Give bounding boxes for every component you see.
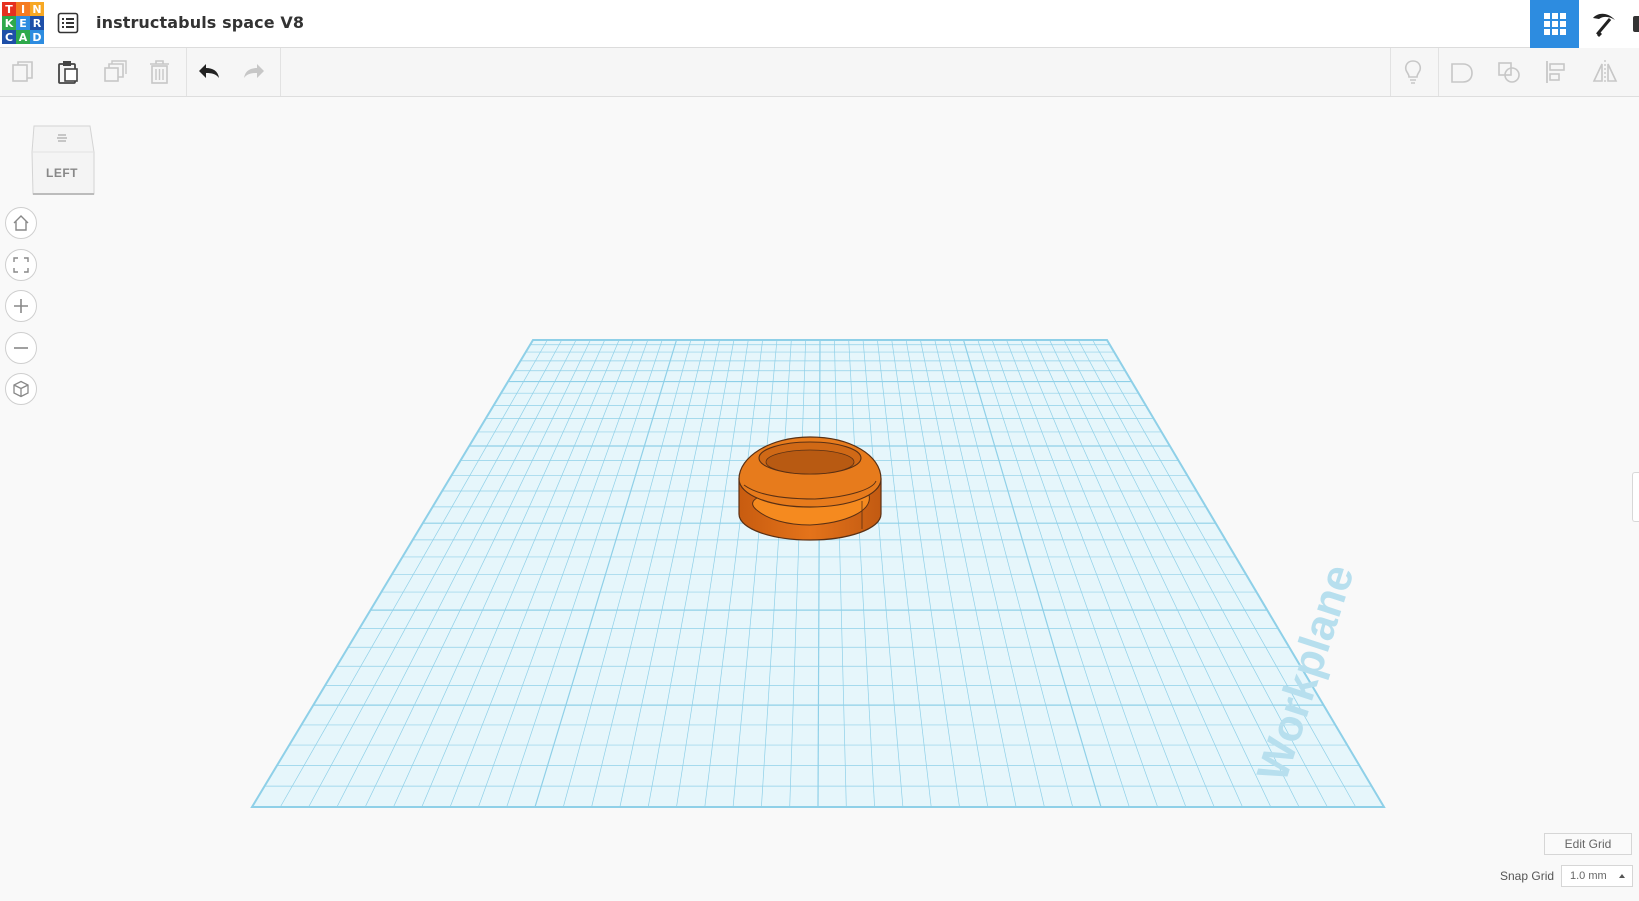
side-panel-toggle[interactable] <box>1632 472 1639 522</box>
logo-letter: N <box>30 2 44 16</box>
lightbulb-icon <box>1404 60 1422 84</box>
3d-viewport[interactable]: Workplane LEFT <box>0 97 1639 901</box>
cube-icon <box>31 125 95 195</box>
home-icon <box>13 215 29 231</box>
logo-letter: R <box>30 16 44 30</box>
align-button[interactable] <box>1540 56 1572 88</box>
minus-icon <box>14 347 28 349</box>
design-list-icon[interactable] <box>56 11 80 35</box>
account-menu-edge[interactable] <box>1629 0 1639 48</box>
cube-icon <box>13 380 29 398</box>
toolbar-divider <box>1438 48 1439 96</box>
logo-letter: I <box>16 2 30 16</box>
plus-icon <box>14 299 28 313</box>
redo-icon <box>244 64 264 78</box>
mirror-icon <box>1592 60 1618 84</box>
blocks-view-button[interactable] <box>1579 0 1629 48</box>
snap-grid-label: Snap Grid <box>1500 869 1555 883</box>
align-icon <box>1546 61 1565 83</box>
logo-letter: D <box>30 30 44 44</box>
snap-grid-value: 1.0 mm <box>1570 870 1607 882</box>
copy-button[interactable] <box>7 56 39 88</box>
duplicate-icon <box>104 60 127 82</box>
workplane[interactable]: Workplane <box>0 97 1639 901</box>
delete-button[interactable] <box>144 56 176 88</box>
zoom-in-button[interactable] <box>5 290 37 322</box>
paste-button[interactable] <box>52 56 84 88</box>
pickaxe-icon <box>1593 13 1615 37</box>
app-header: TINKERCAD instructabuls space V8 <box>0 0 1639 48</box>
snap-grid-select[interactable]: 1.0 mm <box>1561 865 1633 887</box>
logo-letter: T <box>2 2 16 16</box>
chevron-up-icon <box>1619 874 1625 878</box>
ungroup-button[interactable] <box>1493 56 1525 88</box>
view-cube-face-label: LEFT <box>46 166 78 180</box>
toolbar-divider <box>280 48 281 96</box>
fit-icon <box>13 257 29 273</box>
orange-shape[interactable] <box>738 436 882 541</box>
undo-button[interactable] <box>193 56 225 88</box>
ungroup-icon <box>1498 62 1520 83</box>
design-title[interactable]: instructabuls space V8 <box>96 13 304 32</box>
view-cube[interactable]: LEFT <box>30 122 96 200</box>
undo-icon <box>199 64 219 78</box>
group-icon <box>1451 63 1473 83</box>
logo-letter: C <box>2 30 16 44</box>
logo-letter: E <box>16 16 30 30</box>
trash-icon <box>150 60 169 84</box>
fit-view-button[interactable] <box>5 249 37 281</box>
toolbar-divider <box>1390 48 1391 96</box>
logo-letter: A <box>16 30 30 44</box>
home-view-button[interactable] <box>5 207 37 239</box>
zoom-out-button[interactable] <box>5 332 37 364</box>
grid-icon <box>1543 13 1566 35</box>
mirror-button[interactable] <box>1589 56 1621 88</box>
group-button[interactable] <box>1446 56 1478 88</box>
tinkercad-logo[interactable]: TINKERCAD <box>2 2 44 44</box>
toolbar-divider <box>186 48 187 96</box>
view-switcher <box>1530 0 1639 48</box>
show-all-button[interactable] <box>1397 56 1429 88</box>
edit-grid-button[interactable]: Edit Grid <box>1544 833 1632 855</box>
duplicate-button[interactable] <box>99 56 131 88</box>
perspective-toggle-button[interactable] <box>5 373 37 405</box>
paste-icon <box>58 61 78 84</box>
3d-design-view-button[interactable] <box>1530 0 1579 48</box>
copy-icon <box>12 61 33 82</box>
edit-toolbar <box>0 48 1639 97</box>
redo-button[interactable] <box>238 56 270 88</box>
logo-letter: K <box>2 16 16 30</box>
